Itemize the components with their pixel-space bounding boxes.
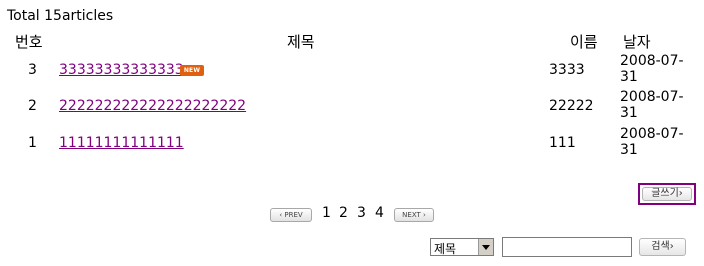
dropdown-arrow[interactable] [478, 239, 493, 255]
row-number: 1 [28, 135, 37, 151]
page-link-2[interactable]: 2 [339, 205, 348, 221]
article-title-link[interactable]: 11111111111111 [59, 135, 184, 151]
header-title: 제목 [287, 33, 315, 51]
write-button-label: 글쓰기› [642, 187, 692, 201]
article-title-link[interactable]: 33333333333333 [59, 62, 184, 78]
article-title-link[interactable]: 222222222222222222222 [59, 98, 246, 114]
row-author: 22222 [549, 98, 594, 114]
new-badge: NEW [180, 65, 204, 76]
chevron-down-icon [482, 245, 490, 250]
row-number: 3 [28, 62, 37, 78]
row-author: 3333 [549, 62, 585, 78]
write-button[interactable]: 글쓰기› [638, 183, 696, 205]
next-button[interactable]: NEXT › [394, 208, 434, 222]
row-date: 2008-07-31 [620, 89, 684, 121]
row-date: 2008-07-31 [620, 53, 684, 85]
row-number: 2 [28, 98, 37, 114]
page-link-1[interactable]: 1 [322, 205, 331, 221]
search-button[interactable]: 검색› [639, 238, 686, 256]
search-field-value: 제목 [434, 242, 457, 256]
header-date: 날자 [623, 33, 651, 51]
prev-button[interactable]: ‹ PREV [270, 208, 312, 222]
row-date: 2008-07-31 [620, 126, 684, 158]
header-name: 이름 [570, 33, 598, 51]
page-link-4[interactable]: 4 [375, 205, 384, 221]
row-author: 111 [549, 135, 576, 151]
search-input[interactable] [502, 237, 632, 257]
search-field-select[interactable]: 제목 [430, 238, 494, 256]
header-number: 번호 [15, 33, 43, 51]
total-articles-label: Total 15articles [7, 8, 114, 24]
page-link-3[interactable]: 3 [357, 205, 366, 221]
